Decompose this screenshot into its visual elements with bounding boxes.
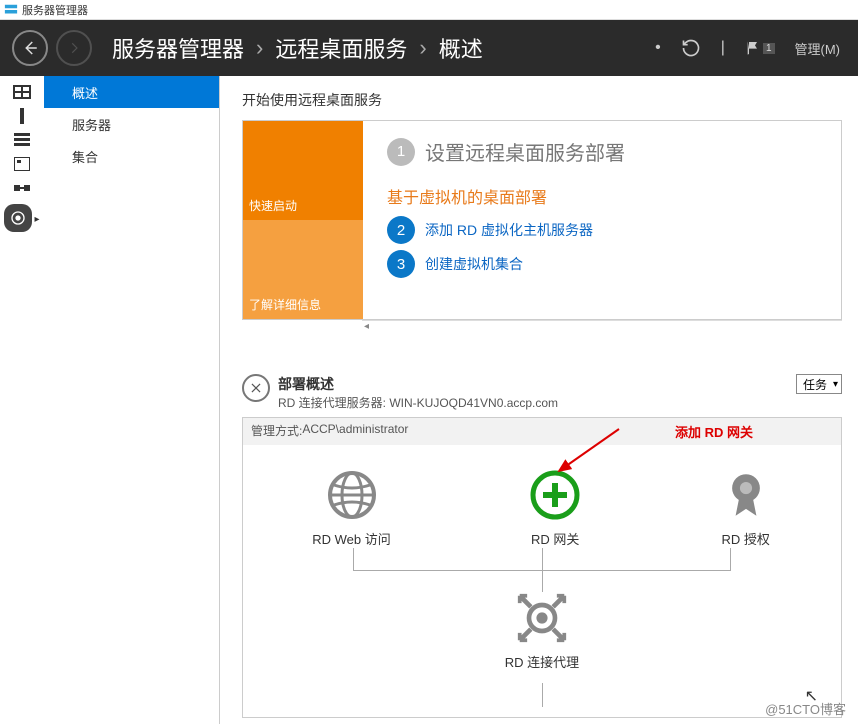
rd-gateway-add-node[interactable]: RD 网关 [529,469,581,548]
deployment-title: 部署概述 [278,374,558,394]
separator-icon: | [721,39,725,57]
window-title: 服务器管理器 [22,2,88,18]
sidebar-item-collections[interactable]: 集合 [44,140,219,172]
chevron-right-icon: ▸ [34,214,39,225]
connector-lines [243,548,841,592]
tasks-label: 任务 [803,376,827,393]
create-vm-collection-link[interactable]: 创建虚拟机集合 [425,254,523,274]
add-rd-virt-host-link[interactable]: 添加 RD 虚拟化主机服务器 [425,220,593,240]
sidebar-item-overview[interactable]: 概述 [44,76,219,108]
main-content: 开始使用远程桌面服务 快速启动 了解详细信息 1 设置远程桌面服务部署 基于虚拟… [220,76,858,724]
mgmt-value: ACCP\administrator [302,422,408,441]
horizontal-scrollbar[interactable] [362,320,842,338]
breadcrumb-root[interactable]: 服务器管理器 [112,32,244,64]
window-titlebar: 服务器管理器 [0,0,858,20]
manage-menu[interactable]: 管理(M) [795,39,841,58]
learnmore-tile[interactable]: 了解详细信息 [243,220,363,319]
sidebar: 概述 服务器 集合 [44,76,220,724]
broker-label: RD 连接代理服务器: [278,396,389,410]
breadcrumb: 服务器管理器 › 远程桌面服务 › 概述 [112,32,483,64]
getting-started-card: 快速启动 了解详细信息 1 设置远程桌面服务部署 基于虚拟机的桌面部署 2 添加… [242,120,842,320]
quickstart-tile[interactable]: 快速启动 [243,121,363,220]
tasks-dropdown[interactable]: 任务 [796,374,842,394]
getting-started-title: 开始使用远程桌面服务 [242,90,858,110]
forward-button[interactable] [56,30,92,66]
file-services-icon[interactable] [12,156,32,172]
mouse-cursor-icon: ↖ [805,686,818,706]
tile-label: 了解详细信息 [249,296,321,313]
breadcrumb-rds[interactable]: 远程桌面服务 [275,32,407,64]
role-icon[interactable] [12,180,32,196]
local-server-icon[interactable] [12,108,32,124]
separator-icon: • [655,39,661,57]
vm-deployment-subheading: 基于虚拟机的桌面部署 [387,184,821,208]
broker-server-name: WIN-KUJOQD41VN0.accp.com [389,396,558,410]
notifications-flag-icon[interactable]: 1 [745,40,775,56]
node-label: RD 网关 [531,529,579,548]
sidebar-item-servers[interactable]: 服务器 [44,108,219,140]
rd-web-access-node[interactable]: RD Web 访问 [312,469,391,548]
back-button[interactable] [12,30,48,66]
deployment-topology: 管理方式: ACCP\administrator 添加 RD 网关 RD Web… [242,417,842,718]
globe-icon [326,469,378,521]
step-number-3: 3 [387,250,415,278]
rds-icon[interactable] [4,204,32,232]
server-manager-logo-icon [4,3,18,17]
node-label: RD Web 访问 [312,529,391,548]
deployment-subtitle: RD 连接代理服务器: WIN-KUJOQD41VN0.accp.com [278,394,558,411]
connector-down [542,683,543,707]
sidebar-item-label: 概述 [72,83,98,102]
step-number-1: 1 [387,138,415,166]
chevron-right-icon: › [419,35,426,61]
sidebar-item-label: 服务器 [72,115,111,134]
step-number-2: 2 [387,216,415,244]
header-bar: 服务器管理器 › 远程桌面服务 › 概述 • | 1 管理(M) [0,20,858,76]
node-label: RD 连接代理 [505,652,579,671]
management-bar: 管理方式: ACCP\administrator 添加 RD 网关 [243,418,841,445]
node-label: RD 授权 [722,529,770,548]
ribbon-icon [720,469,772,521]
dashboard-icon[interactable] [12,84,32,100]
plus-circle-icon [529,469,581,521]
deployment-overview-section: 部署概述 RD 连接代理服务器: WIN-KUJOQD41VN0.accp.co… [242,374,842,718]
collapse-icon[interactable] [242,374,270,402]
rd-license-node[interactable]: RD 授权 [720,469,772,548]
tile-label: 快速启动 [249,197,297,214]
refresh-button[interactable] [681,38,701,58]
annotation-add-rd-gateway: 添加 RD 网关 [675,422,753,441]
chevron-right-icon: › [256,35,263,61]
rd-broker-node[interactable]: RD 连接代理 [243,592,841,707]
all-servers-icon[interactable] [12,132,32,148]
sidebar-item-label: 集合 [72,147,98,166]
broker-icon [516,592,568,644]
setup-heading: 设置远程桌面服务部署 [425,137,625,166]
breadcrumb-overview[interactable]: 概述 [439,32,483,64]
nav-rail: ▸ [0,76,44,724]
notifications-count: 1 [763,43,775,54]
mgmt-label: 管理方式: [251,422,302,441]
